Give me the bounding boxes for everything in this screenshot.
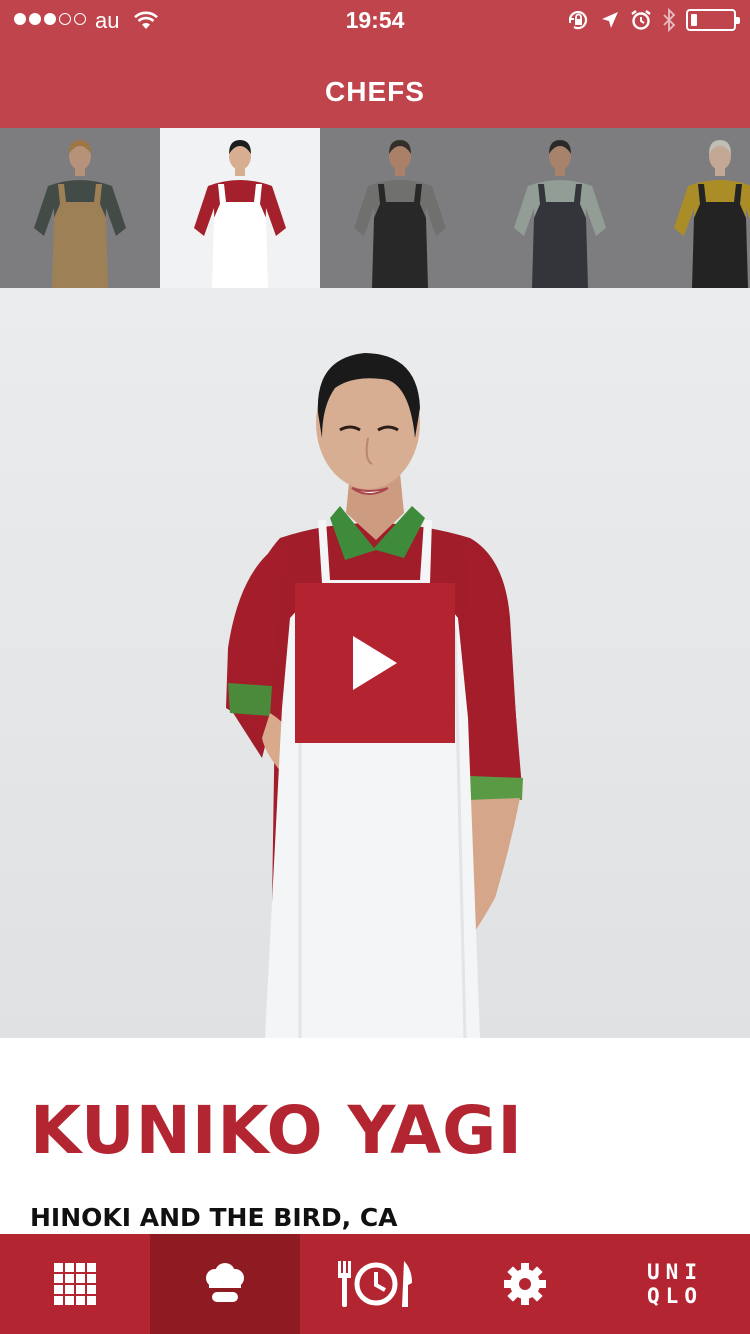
chef-photo [0, 288, 750, 1038]
page-title: CHEFS [325, 76, 425, 107]
chef-thumbnail[interactable] [480, 128, 640, 288]
gear-icon [504, 1263, 546, 1305]
location-arrow-icon [602, 12, 618, 28]
status-bar: au 19:54 [0, 0, 750, 40]
chef-thumbnail[interactable] [160, 128, 320, 288]
uniqlo-logo: UNI QLO [647, 1260, 703, 1308]
tab-recipes[interactable] [300, 1234, 450, 1334]
fork-clock-plate-icon [338, 1261, 412, 1307]
tab-grid[interactable] [0, 1234, 150, 1334]
chef-carousel[interactable] [0, 128, 750, 288]
bluetooth-icon [663, 8, 676, 32]
uniqlo-logo-line1: UNI [647, 1260, 703, 1284]
alarm-icon [631, 10, 651, 30]
chef-thumbnail[interactable] [0, 128, 160, 288]
chef-hat-icon [206, 1263, 244, 1302]
chef-figure [34, 140, 126, 288]
tab-chefs[interactable] [150, 1234, 300, 1334]
uniqlo-logo-line2: QLO [647, 1284, 703, 1308]
chef-name: KUNIKO YAGI [30, 1092, 523, 1169]
chef-thumbnail[interactable] [640, 128, 750, 288]
chef-figure [514, 140, 606, 288]
play-icon [353, 636, 397, 690]
battery-icon [686, 9, 740, 31]
chef-figure [354, 140, 446, 288]
tab-uniqlo[interactable]: UNI QLO [600, 1234, 750, 1334]
tab-settings[interactable] [450, 1234, 600, 1334]
header: au 19:54 CHEFS [0, 0, 750, 128]
chef-figure [194, 140, 286, 288]
restaurant-name: HINOKI AND THE BIRD, CA [30, 1203, 398, 1232]
tab-bar: UNI QLO [0, 1234, 750, 1334]
chef-figure [674, 140, 750, 288]
grid-icon [54, 1263, 96, 1305]
rotation-lock-icon [568, 11, 588, 30]
chef-thumbnail[interactable] [320, 128, 480, 288]
play-video-button[interactable] [295, 583, 455, 743]
